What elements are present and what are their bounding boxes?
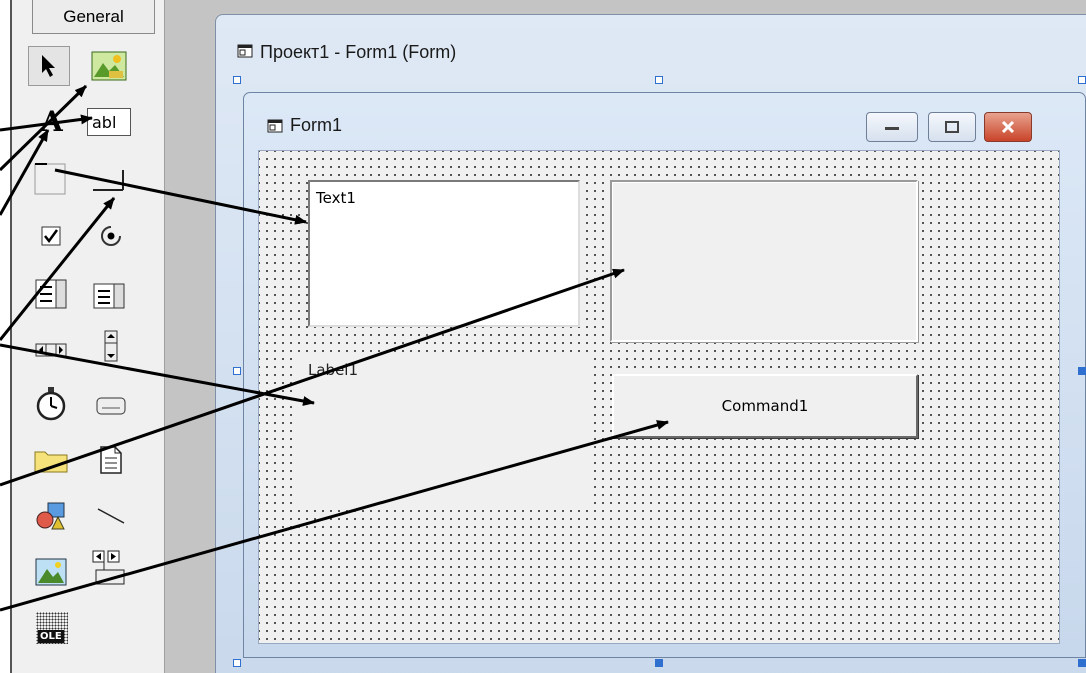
- arrow-to-frame1: [0, 268, 625, 487]
- arrow-to-text1: [54, 168, 307, 225]
- annotation-arrows: [0, 84, 669, 612]
- arrow-command-button: [0, 197, 116, 341]
- arrow-label: [0, 129, 50, 216]
